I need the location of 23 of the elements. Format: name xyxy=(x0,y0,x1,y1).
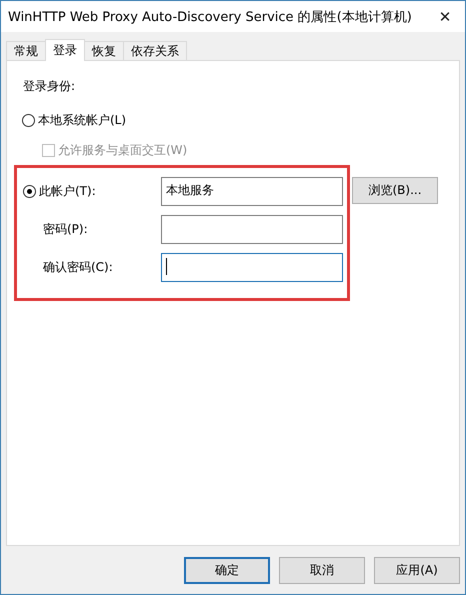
field-label: 确认密码(C): xyxy=(42,259,114,276)
field-label: 密码(P): xyxy=(42,221,89,238)
account-field[interactable]: 本地服务 xyxy=(161,177,343,206)
tab[interactable]: 依存关系 xyxy=(123,41,187,60)
section-label: 登录身份: xyxy=(23,78,76,95)
dialog-button[interactable]: 确定 xyxy=(184,557,270,584)
tab[interactable]: 恢复 xyxy=(84,41,124,60)
field-value: 本地服务 xyxy=(166,182,214,199)
password-field[interactable] xyxy=(161,253,343,282)
radio-label: 此帐户(T): xyxy=(39,183,96,200)
dialog-button[interactable]: 应用(A) xyxy=(374,557,460,584)
password-field[interactable] xyxy=(161,215,343,244)
radio-label: 本地系统帐户(L) xyxy=(38,112,126,129)
radio-button[interactable] xyxy=(23,185,36,198)
dialog-button[interactable]: 取消 xyxy=(279,557,365,584)
close-button[interactable]: ✕ xyxy=(425,1,465,32)
radio-button[interactable] xyxy=(22,114,35,127)
window-title: WinHTTP Web Proxy Auto-Discovery Service 的属性(本地计算机) xyxy=(8,8,412,26)
text-cursor xyxy=(166,258,167,275)
tab[interactable]: 登录 xyxy=(45,39,85,61)
tab[interactable]: 常规 xyxy=(6,41,46,60)
checkbox-label: 允许服务与桌面交互(W) xyxy=(58,142,188,159)
browse-button[interactable]: 浏览(B)... xyxy=(352,177,438,204)
